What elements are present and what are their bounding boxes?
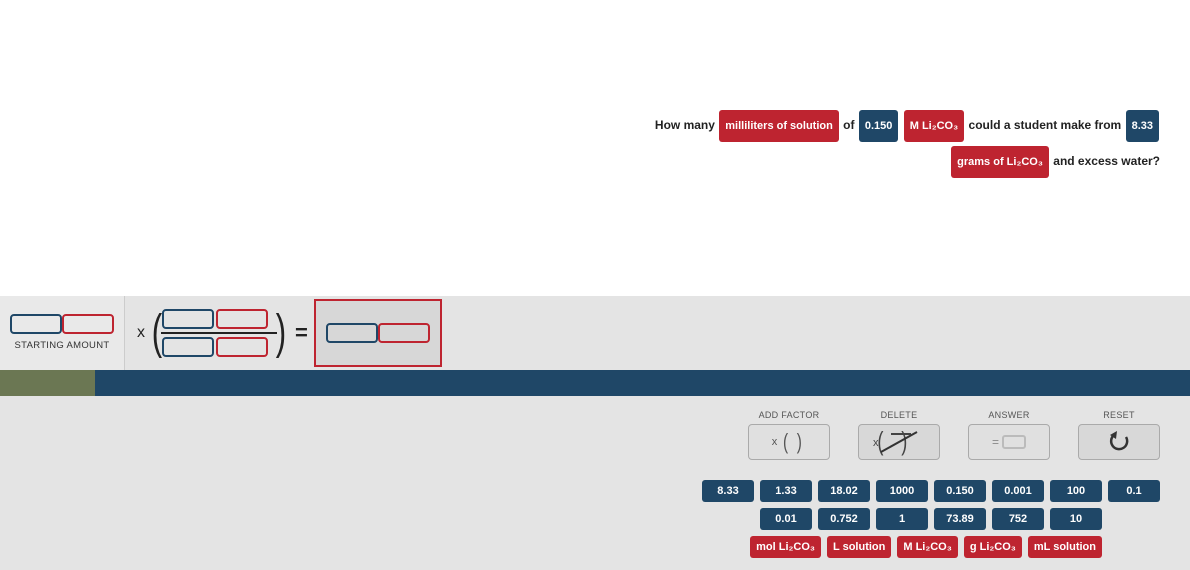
answer-unit-slot[interactable]	[378, 323, 430, 343]
question-text: How many milliliters of solution of 0.15…	[0, 110, 1160, 178]
undo-arrow-icon	[1106, 429, 1132, 455]
unit-button[interactable]: L solution	[827, 536, 891, 558]
q-text: of	[843, 118, 854, 132]
q-text: How many	[655, 118, 715, 132]
answer-container	[314, 299, 442, 367]
fraction-bar	[161, 332, 277, 334]
value-button[interactable]: 1.33	[760, 480, 812, 502]
q-tag-molarity-unit: M Li₂CO₃	[904, 110, 964, 142]
value-button[interactable]: 100	[1050, 480, 1102, 502]
unit-row: mol Li₂CO₃ L solution M Li₂CO₃ g Li₂CO₃ …	[0, 536, 1160, 558]
equation-bar: STARTING AMOUNT x ( ) =	[0, 296, 1190, 370]
denominator-value-slot[interactable]	[162, 337, 214, 357]
multiply-icon: x	[137, 324, 145, 342]
conversion-factor	[161, 308, 277, 358]
unit-button[interactable]: g Li₂CO₃	[964, 536, 1022, 558]
control-panel: ADD FACTOR x ( ) DELETE x ( ) ANSWER =	[0, 396, 1190, 570]
unit-button[interactable]: mol Li₂CO₃	[750, 536, 821, 558]
value-button[interactable]: 1	[876, 508, 928, 530]
action-controls-row: ADD FACTOR x ( ) DELETE x ( ) ANSWER =	[0, 410, 1160, 460]
reset-button[interactable]	[1078, 424, 1160, 460]
delete-label: DELETE	[858, 410, 940, 420]
value-button[interactable]: 0.01	[760, 508, 812, 530]
q-tag-ml-solution: milliliters of solution	[719, 110, 839, 142]
answer-box-icon	[1002, 435, 1026, 449]
right-paren-icon: )	[276, 309, 286, 357]
value-button[interactable]: 0.752	[818, 508, 870, 530]
value-button[interactable]: 1000	[876, 480, 928, 502]
value-row-1: 8.33 1.33 18.02 1000 0.150 0.001 100 0.1	[0, 480, 1160, 502]
reset-label: RESET	[1078, 410, 1160, 420]
q-text: and excess water?	[1053, 154, 1160, 168]
add-factor-label: ADD FACTOR	[748, 410, 830, 420]
numerator-unit-slot[interactable]	[216, 309, 268, 329]
value-button[interactable]: 752	[992, 508, 1044, 530]
q-tag-mass-unit: grams of Li₂CO₃	[951, 146, 1049, 178]
q-text: could a student make from	[969, 118, 1122, 132]
value-button[interactable]: 0.1	[1108, 480, 1160, 502]
answer-control: ANSWER =	[968, 410, 1050, 460]
add-factor-control: ADD FACTOR x ( )	[748, 410, 830, 460]
delete-control: DELETE x ( )	[858, 410, 940, 460]
value-button[interactable]: 0.001	[992, 480, 1044, 502]
value-button[interactable]: 18.02	[818, 480, 870, 502]
delete-button[interactable]: x ( )	[858, 424, 940, 460]
equals-icon: =	[295, 320, 308, 346]
answer-label: ANSWER	[968, 410, 1050, 420]
q-tag-mass-value: 8.33	[1126, 110, 1159, 142]
starting-value-slot[interactable]	[10, 314, 62, 334]
svg-text:): )	[901, 428, 907, 456]
value-button[interactable]: 8.33	[702, 480, 754, 502]
value-row-2: 0.01 0.752 1 73.89 752 10	[0, 508, 1160, 530]
delete-factor-icon: x ( )	[869, 428, 929, 456]
paren-icon: ( )	[783, 429, 802, 455]
progress-stripe	[0, 370, 1190, 396]
starting-amount-label: STARTING AMOUNT	[0, 340, 124, 351]
reset-control: RESET	[1078, 410, 1160, 460]
starting-unit-slot[interactable]	[62, 314, 114, 334]
progress-step	[0, 370, 95, 396]
add-factor-icon: x	[772, 436, 778, 448]
unit-button[interactable]: mL solution	[1028, 536, 1102, 558]
value-button[interactable]: 10	[1050, 508, 1102, 530]
numerator-value-slot[interactable]	[162, 309, 214, 329]
unit-button[interactable]: M Li₂CO₃	[897, 536, 957, 558]
value-button[interactable]: 0.150	[934, 480, 986, 502]
starting-amount-block: STARTING AMOUNT	[0, 296, 125, 370]
equals-small-icon: =	[992, 435, 999, 449]
add-factor-button[interactable]: x ( )	[748, 424, 830, 460]
answer-button[interactable]: =	[968, 424, 1050, 460]
value-button[interactable]: 73.89	[934, 508, 986, 530]
answer-value-slot[interactable]	[326, 323, 378, 343]
denominator-unit-slot[interactable]	[216, 337, 268, 357]
q-tag-molarity-value: 0.150	[859, 110, 899, 142]
